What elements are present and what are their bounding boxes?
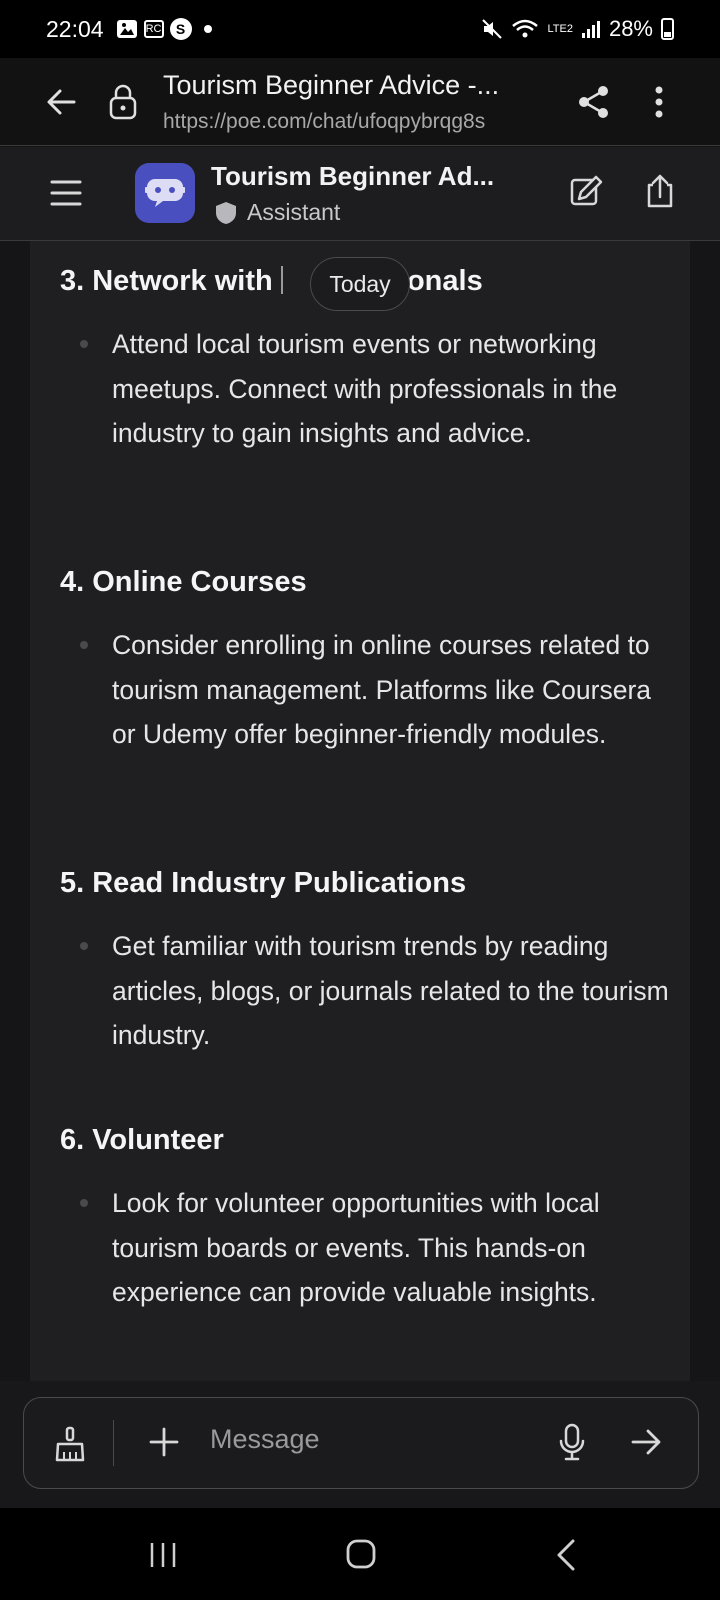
share-icon[interactable] [574,82,614,122]
recent-apps-icon[interactable] [148,1540,178,1570]
bot-name[interactable]: Tourism Beginner Ad... [211,161,494,192]
section-heading: 4. Online Courses [60,566,307,598]
section-online-courses: 4. Online Courses Consider enrolling in … [60,566,680,757]
chat-header: Tourism Beginner Ad... Assistant [0,147,720,241]
section-publications: 5. Read Industry Publications Get famili… [60,867,680,1058]
clear-context-brush-icon[interactable] [52,1426,88,1462]
battery-icon [661,18,674,40]
assistant-badge: Assistant [215,199,340,226]
s-app-icon: S [169,18,192,40]
send-arrow-icon[interactable] [629,1424,665,1460]
page-url[interactable]: https://poe.com/chat/ufoqpybrqg8s [163,110,485,134]
wifi-icon [512,19,539,38]
hamburger-menu-icon[interactable] [48,175,84,211]
signal-icon [581,21,600,38]
network-type: LTE2 [547,22,573,35]
edit-icon[interactable] [569,175,603,209]
list-item: Attend local tourism events or networkin… [60,322,680,456]
bot-avatar[interactable] [135,163,195,223]
battery-percent: 28% [608,16,653,41]
add-attachment-icon[interactable] [146,1424,182,1460]
section-heading-start: 3. Network with [60,265,281,297]
section-volunteer: 6. Volunteer Look for volunteer opportun… [60,1124,680,1315]
list-item: Consider enrolling in online courses rel… [60,623,680,757]
assistant-badge-label: Assistant [247,199,341,225]
bot-chat-icon [145,179,185,207]
message-composer: Message [23,1397,699,1489]
page-title: Tourism Beginner Advice -... [163,70,500,100]
list-item: Look for volunteer opportunities with lo… [60,1181,680,1315]
browser-bar: Tourism Beginner Advice -... https://poe… [0,58,720,146]
home-icon[interactable] [345,1538,377,1570]
shield-icon [216,201,236,224]
date-separator-pill: Today [310,257,410,311]
rc-app-icon: RC [143,20,164,38]
composer-divider [113,1420,114,1466]
notification-icons: RC S [116,18,212,40]
status-bar: 22:04 RC S LTE2 28% [0,0,720,58]
more-vert-icon[interactable] [644,82,674,122]
list-item: Get familiar with tourism trends by read… [60,924,680,1058]
nav-back-icon[interactable] [554,1538,578,1572]
system-nav-bar [0,1508,720,1600]
microphone-icon[interactable] [557,1422,587,1462]
covered-text-fragment [280,266,297,294]
section-heading: 5. Read Industry Publications [60,867,467,899]
system-icons: LTE2 28% [481,16,674,42]
section-heading: 6. Volunteer [60,1124,224,1156]
message-input[interactable]: Message [210,1424,320,1455]
back-arrow-icon[interactable] [42,82,82,122]
gallery-icon [116,20,137,38]
export-icon[interactable] [645,173,675,209]
message-bubble: 3. Network with sionals Attend local tou… [30,241,690,1381]
more-notifications-dot-icon [203,25,212,33]
mute-icon [482,19,503,39]
lock-icon[interactable] [108,82,138,122]
status-time: 22:04 [46,15,104,42]
